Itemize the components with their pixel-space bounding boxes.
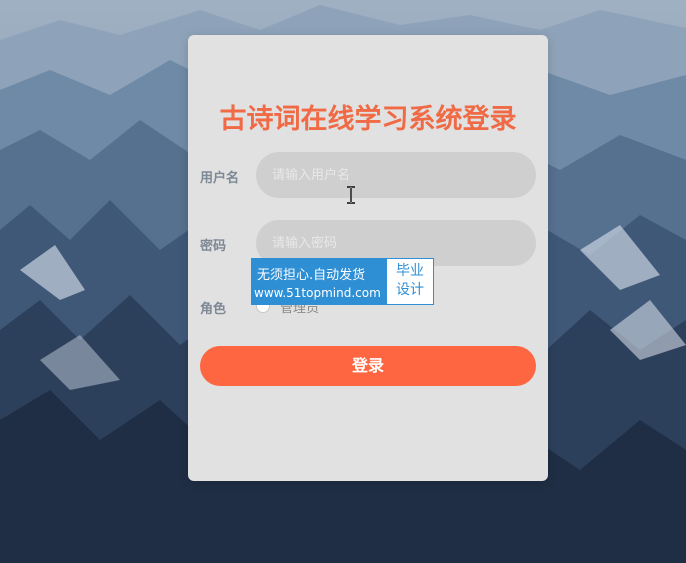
watermark-badge: 毕业 设计 <box>387 259 433 304</box>
login-button[interactable]: 登录 <box>200 346 536 386</box>
watermark-banner: 无须担心.自动发货 www.51topmind.com 毕业 设计 <box>251 258 434 305</box>
watermark-url: www.51topmind.com <box>254 286 381 300</box>
watermark-badge-line2: 设计 <box>396 282 424 298</box>
username-label: 用户名 <box>200 171 240 186</box>
password-label: 密码 <box>200 239 227 254</box>
role-label: 角色 <box>200 302 227 317</box>
page-title: 古诗词在线学习系统登录 <box>219 104 517 135</box>
username-input[interactable] <box>256 152 536 198</box>
text-cursor-icon <box>346 186 356 208</box>
watermark-badge-line1: 毕业 <box>396 263 424 279</box>
watermark-slogan: 无须担心.自动发货 <box>257 268 366 283</box>
watermark-text-block: 无须担心.自动发货 www.51topmind.com <box>252 259 386 304</box>
